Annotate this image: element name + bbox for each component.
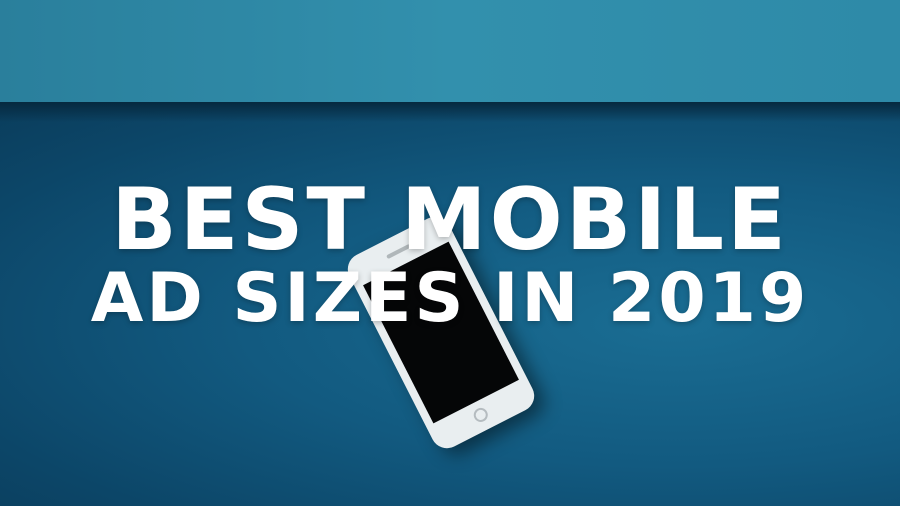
- light-teal-band: [0, 0, 900, 102]
- headline-line-1: BEST MOBILE: [111, 170, 789, 270]
- headline-line-2: AD SIZES IN 2019: [90, 259, 810, 338]
- edge-shadow: [0, 102, 900, 122]
- home-button-icon: [471, 405, 491, 425]
